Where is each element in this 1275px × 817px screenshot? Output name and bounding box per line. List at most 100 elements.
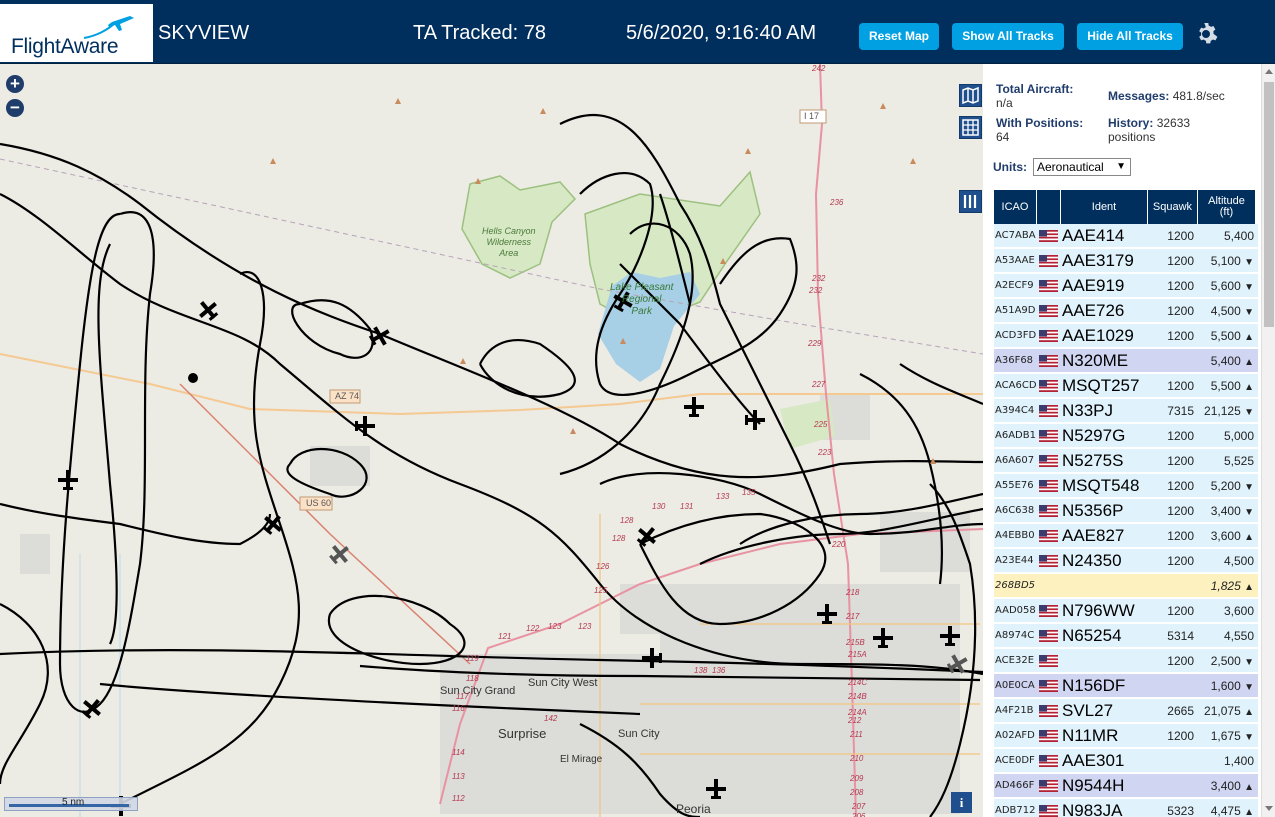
zoom-in-button[interactable]: + [6,75,24,93]
squawk-cell [1149,749,1197,773]
exit-number-label: 135 [742,488,756,497]
squawk-cell: 1200 [1167,429,1194,443]
squawk-cell: 1200 [1167,554,1194,568]
table-row[interactable]: A6ADB1 N5297G 1200 5,000 [994,424,1258,448]
us-flag-icon [1039,430,1058,442]
squawk-cell: 1200 [1167,504,1194,518]
table-row[interactable]: ACE0DF AAE301 1,400 [994,749,1258,773]
altitude-cell: 1,825 ▲ [1210,579,1254,593]
squawk-cell: 1200 [1167,279,1194,293]
ident-cell: AAE3179 [1062,251,1134,270]
exit-number-label: 225 [814,420,828,429]
altitude-cell: 5,500 ▲ [1210,329,1254,343]
table-row[interactable]: ACD3FD AAE1029 1200 5,500 ▲ [994,324,1258,348]
table-row[interactable]: A4F21B SVL27 2665 21,075 ▲ [994,699,1258,723]
exit-number-label: 215B [846,638,865,647]
map-layers-icon[interactable] [959,84,982,107]
table-row[interactable]: A4EBB0 AAE827 1200 3,600 ▲ [994,524,1258,548]
table-row[interactable]: 268BD5 1,825 ▲ [994,574,1258,598]
table-row[interactable]: A0E0CA N156DF 1,600 ▼ [994,674,1258,698]
altitude-cell: 3,600 ▲ [1210,529,1254,543]
ident-cell: N320ME [1062,351,1129,370]
table-row[interactable]: ADB712 N983JA 5323 4,475 ▲ [994,799,1258,817]
map-canvas[interactable] [0,64,983,817]
squawk-cell [1149,774,1197,798]
altitude-cell: 5,100 ▼ [1210,254,1254,268]
show-all-tracks-button[interactable]: Show All Tracks [952,23,1064,50]
icao-cell: AAD058 [995,605,1036,616]
info-button[interactable]: i [951,792,972,813]
icao-cell: A55E76 [995,480,1034,491]
table-row[interactable]: A53AAE AAE3179 1200 5,100 ▼ [994,249,1258,273]
altitude-cell: 4,475 ▲ [1210,804,1254,817]
altitude-cell: 3,400 ▲ [1210,779,1254,793]
ident-cell: AAE414 [1062,226,1125,245]
exit-number-label: 125 [594,586,608,595]
table-row[interactable]: AD466F N9544H 3,400 ▲ [994,774,1258,798]
squawk-cell: 1200 [1167,604,1194,618]
col-icao[interactable]: ICAO [994,190,1037,224]
table-row[interactable]: A36F68 N320ME 5,400 ▲ [994,349,1258,373]
altitude-cell: 1,600 ▼ [1210,679,1254,693]
exit-number-label: 114 [452,748,465,757]
us-flag-icon [1039,405,1058,417]
col-squawk[interactable]: Squawk [1148,190,1198,224]
ident-cell: N65254 [1062,626,1122,645]
table-row[interactable]: A6A607 N5275S 1200 5,525 [994,449,1258,473]
exit-number-label: 119 [466,654,479,663]
scrollbar-thumb[interactable] [1264,82,1274,327]
us-flag-icon [1039,305,1058,317]
table-row[interactable]: A51A9D AAE726 1200 4,500 ▼ [994,299,1258,323]
ident-cell [1062,574,1148,598]
squawk-cell [1149,674,1197,698]
ident-cell: N983JA [1062,801,1123,817]
table-row[interactable]: ACA6CD MSQT257 1200 5,500 ▲ [994,374,1258,398]
table-row[interactable]: A2ECF9 AAE919 1200 5,600 ▼ [994,274,1258,298]
altitude-trend-icon: ▼ [1244,657,1254,668]
exit-number-label: 229 [808,339,822,348]
squawk-cell: 1200 [1167,454,1194,468]
table-row[interactable]: A23E44 N24350 1200 4,500 [994,549,1258,573]
exit-number-label: 209 [850,774,864,783]
us-flag-icon [1039,380,1058,392]
exit-number-label: 128 [620,516,634,525]
exit-number-label: 211 [850,730,863,739]
zoom-out-button[interactable]: − [6,99,24,117]
exit-number-label: 118 [466,674,479,683]
altitude-cell: 5,525 [1223,454,1254,468]
exit-number-label: 116 [452,704,465,713]
exit-number-label: 113 [452,772,465,781]
reset-map-button[interactable]: Reset Map [859,23,939,50]
sidebar-scrollbar[interactable] [1261,64,1275,817]
col-flag[interactable] [1037,190,1061,224]
altitude-trend-icon: ▼ [1244,282,1254,293]
table-row[interactable]: A394C4 N33PJ 7315 21,125 ▼ [994,399,1258,423]
az74-shield: AZ 74 [335,391,360,401]
hide-all-tracks-button[interactable]: Hide All Tracks [1077,23,1183,50]
icao-cell: A36F68 [995,355,1034,366]
units-select[interactable]: Aeronautical ▼ [1033,158,1131,176]
ident-cell: N5275S [1062,451,1124,470]
table-row[interactable]: AAD058 N796WW 1200 3,600 [994,599,1258,623]
table-row[interactable]: A6C638 N5356P 1200 3,400 ▼ [994,499,1258,523]
icao-cell: A8974C [995,630,1035,641]
col-ident[interactable]: Ident [1061,190,1148,224]
lake-pleasant-label: Lake Pleasant Regional Park [610,282,674,317]
table-row[interactable]: A02AFD N11MR 1200 1,675 ▼ [994,724,1258,748]
table-row[interactable]: ACE32E 1200 2,500 ▼ [994,649,1258,673]
table-row[interactable]: A55E76 MSQT548 1200 5,200 ▼ [994,474,1258,498]
table-row[interactable]: AC7ABA AAE414 1200 5,400 [994,224,1258,248]
altitude-trend-icon: ▲ [1244,807,1254,817]
grid-icon[interactable] [959,116,982,139]
flightaware-logo[interactable]: FlightAware [0,4,153,62]
table-row[interactable]: A8974C N65254 5314 4,550 [994,624,1258,648]
gear-icon[interactable] [1194,22,1218,46]
icao-cell: A4EBB0 [995,530,1035,541]
exit-number-label: 223 [818,448,832,457]
squawk-cell: 5314 [1167,629,1194,643]
col-altitude[interactable]: Altitude (ft) [1198,190,1256,224]
ident-cell: N33PJ [1062,401,1114,420]
altitude-trend-icon: ▲ [1244,532,1254,543]
map-view[interactable]: Hells Canyon Wilderness Area Lake Pleasant… [0,64,983,817]
columns-icon[interactable] [959,190,982,213]
